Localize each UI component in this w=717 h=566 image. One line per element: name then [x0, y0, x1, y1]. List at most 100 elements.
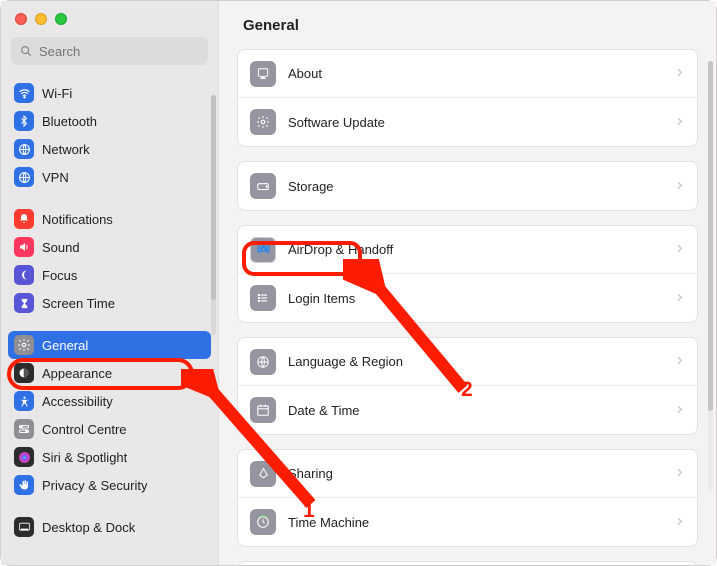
close-window-button[interactable] [15, 13, 27, 25]
chevron-right-icon [674, 115, 685, 130]
settings-group: About Software Update [237, 49, 698, 147]
switches-icon [14, 419, 34, 439]
calendar-icon [250, 397, 276, 423]
speaker-icon [14, 237, 34, 257]
sidebar-item-vpn[interactable]: VPN [8, 163, 211, 191]
sidebar-item-label: General [42, 338, 88, 353]
settings-row-sharing[interactable]: Sharing [238, 450, 697, 498]
settings-group: Language & Region Date & Time [237, 337, 698, 435]
chevron-right-icon [674, 179, 685, 194]
sidebar-item-notifications[interactable]: Notifications [8, 205, 211, 233]
sidebar-item-focus[interactable]: Focus [8, 261, 211, 289]
list-icon [250, 285, 276, 311]
sidebar-item-label: Notifications [42, 212, 113, 227]
sidebar-item-privacy[interactable]: Privacy & Security [8, 471, 211, 499]
settings-row-storage[interactable]: Storage [238, 162, 697, 210]
sidebar-item-network[interactable]: Network [8, 135, 211, 163]
sidebar-item-wifi[interactable]: Wi-Fi [8, 79, 211, 107]
gear-icon [14, 335, 34, 355]
sidebar-item-label: Siri & Spotlight [42, 450, 127, 465]
settings-row-label: Software Update [288, 115, 662, 130]
settings-row-label: Login Items [288, 291, 662, 306]
settings-row-timemachine[interactable]: Time Machine [238, 498, 697, 546]
dock-icon [14, 517, 34, 537]
settings-row-transfer[interactable]: Transfer or Reset [238, 562, 697, 565]
settings-row-datetime[interactable]: Date & Time [238, 386, 697, 434]
globe-icon [250, 349, 276, 375]
sidebar-item-label: Wi-Fi [42, 86, 72, 101]
sidebar-item-desktop[interactable]: Desktop & Dock [8, 513, 211, 541]
disk-icon [250, 173, 276, 199]
main-scrollbar-thumb[interactable] [708, 61, 713, 411]
window-traffic-lights [1, 1, 218, 37]
chevron-right-icon [674, 291, 685, 306]
sidebar-item-screentime[interactable]: Screen Time [8, 289, 211, 317]
bluetooth-icon [14, 111, 34, 131]
settings-row-label: About [288, 66, 662, 81]
page-title: General [219, 1, 716, 49]
chevron-right-icon [674, 354, 685, 369]
settings-row-label: Language & Region [288, 354, 662, 369]
settings-group: Storage [237, 161, 698, 211]
search-field[interactable] [11, 37, 208, 65]
hourglass-icon [14, 293, 34, 313]
sidebar-item-label: Sound [42, 240, 80, 255]
sidebar-item-general[interactable]: General [8, 331, 211, 359]
sidebar-item-bluetooth[interactable]: Bluetooth [8, 107, 211, 135]
sidebar-item-accessibility[interactable]: Accessibility [8, 387, 211, 415]
main-pane: General About Software Update Storage AirDr… [219, 1, 716, 565]
airdrop-icon [250, 237, 276, 263]
sidebar-item-appearance[interactable]: Appearance [8, 359, 211, 387]
focus-icon [14, 265, 34, 285]
share-icon [250, 461, 276, 487]
sidebar-item-control-centre[interactable]: Control Centre [8, 415, 211, 443]
chevron-right-icon [674, 466, 685, 481]
search-icon [19, 44, 33, 58]
about-icon [250, 61, 276, 87]
sidebar-item-label: Network [42, 142, 90, 157]
sidebar-item-label: Desktop & Dock [42, 520, 135, 535]
settings-list[interactable]: About Software Update Storage AirDrop & Han… [219, 49, 716, 565]
sidebar-item-label: Control Centre [42, 422, 127, 437]
bell-icon [14, 209, 34, 229]
settings-row-login[interactable]: Login Items [238, 274, 697, 322]
settings-group: Sharing Time Machine [237, 449, 698, 547]
vpn-icon [14, 167, 34, 187]
settings-group: Transfer or ResetStartup Disk [237, 561, 698, 565]
accessibility-icon [14, 391, 34, 411]
settings-row-label: Time Machine [288, 515, 662, 530]
chevron-right-icon [674, 403, 685, 418]
sidebar-item-label: Bluetooth [42, 114, 97, 129]
settings-row-airdrop[interactable]: AirDrop & Handoff [238, 226, 697, 274]
wifi-icon [14, 83, 34, 103]
gear-icon [250, 109, 276, 135]
sidebar-item-label: Privacy & Security [42, 478, 147, 493]
sidebar: Wi-Fi Bluetooth Network VPN Notifications Sou… [1, 1, 219, 565]
settings-row-label: Date & Time [288, 403, 662, 418]
sidebar-list[interactable]: Wi-Fi Bluetooth Network VPN Notifications Sou… [1, 73, 218, 565]
minimize-window-button[interactable] [35, 13, 47, 25]
sidebar-item-label: Appearance [42, 366, 112, 381]
chevron-right-icon [674, 66, 685, 81]
settings-row-about[interactable]: About [238, 50, 697, 98]
sidebar-item-label: VPN [42, 170, 69, 185]
chevron-right-icon [674, 515, 685, 530]
network-icon [14, 139, 34, 159]
sidebar-item-sound[interactable]: Sound [8, 233, 211, 261]
settings-row-language[interactable]: Language & Region [238, 338, 697, 386]
settings-group: AirDrop & Handoff Login Items [237, 225, 698, 323]
settings-row-label: Sharing [288, 466, 662, 481]
settings-row-swupdate[interactable]: Software Update [238, 98, 697, 146]
sidebar-item-label: Screen Time [42, 296, 115, 311]
sidebar-item-siri[interactable]: Siri & Spotlight [8, 443, 211, 471]
sidebar-scrollbar-thumb[interactable] [211, 95, 216, 300]
settings-row-label: Storage [288, 179, 662, 194]
zoom-window-button[interactable] [55, 13, 67, 25]
settings-row-label: AirDrop & Handoff [288, 242, 662, 257]
sidebar-item-label: Focus [42, 268, 77, 283]
hand-icon [14, 475, 34, 495]
sidebar-item-label: Accessibility [42, 394, 113, 409]
appearance-icon [14, 363, 34, 383]
search-input[interactable] [39, 44, 200, 59]
clock-icon [250, 509, 276, 535]
